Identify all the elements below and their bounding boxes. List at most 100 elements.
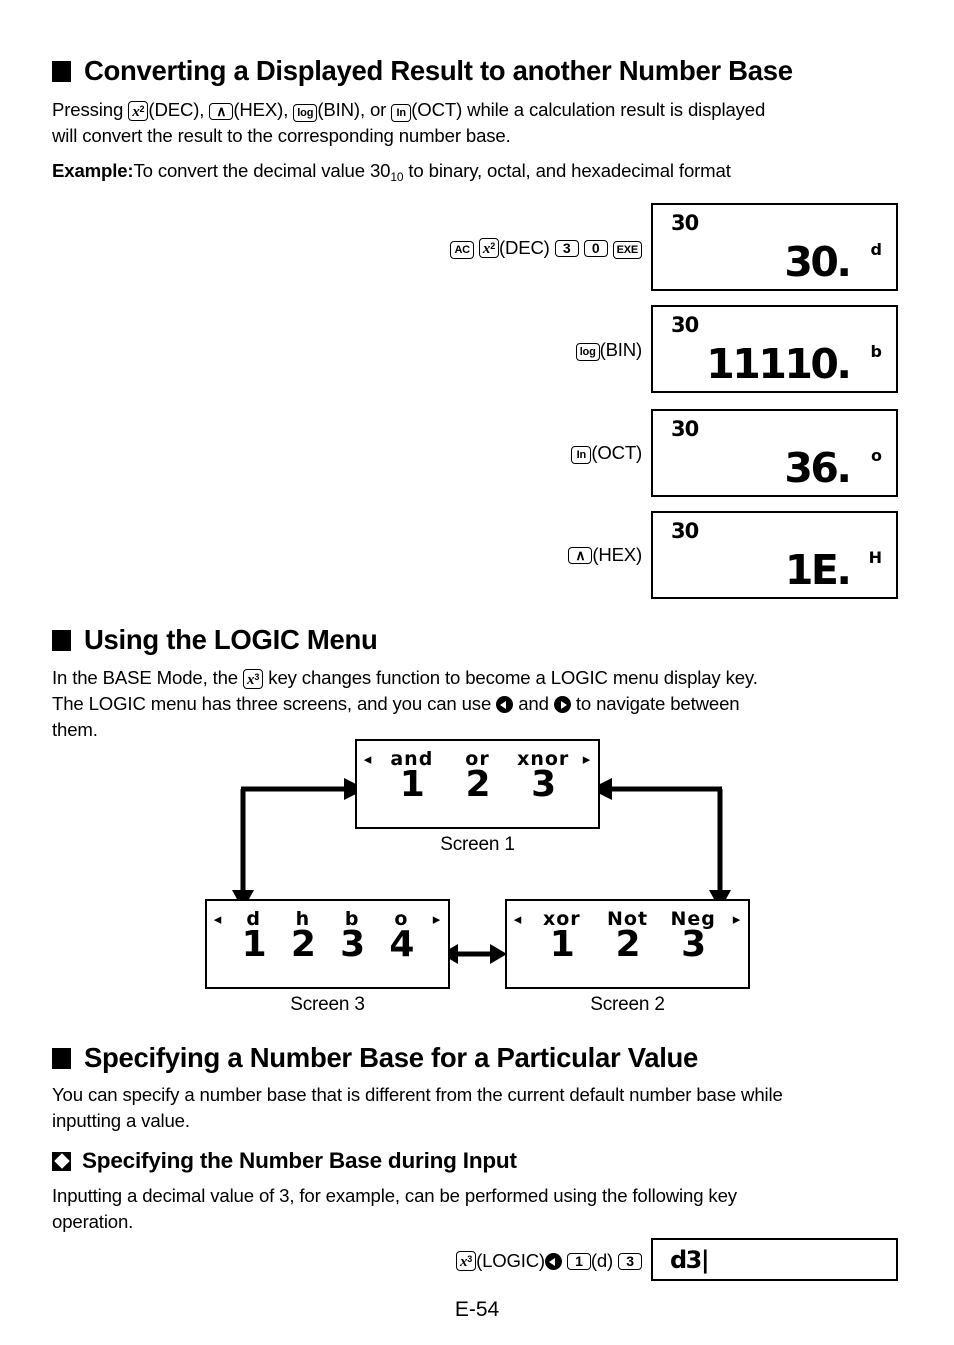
intro-line2: will convert the result to the correspon… (52, 125, 511, 146)
lcd-display-d3: d3| (651, 1238, 898, 1281)
manual-page: Converting a Displayed Result to another… (0, 0, 954, 1345)
lcd-display-dec: 30 30. d (651, 203, 898, 291)
section-heading-logic-menu: Using the LOGIC Menu (52, 624, 378, 656)
scroll-left-arrow-icon: ◂ (513, 909, 523, 928)
during-input-line2: operation. (52, 1211, 134, 1232)
menu-number: 2 (290, 924, 316, 965)
x-cubed-key-icon: x3 (455, 1251, 477, 1271)
section-heading-text: Specifying a Number Base for a Particula… (84, 1042, 699, 1073)
three-key-icon: 3 (618, 1253, 642, 1270)
lcd-result: 11110. (706, 340, 852, 388)
specifying-line1: You can specify a number base that is di… (52, 1084, 783, 1105)
screen2-numbers: 1 2 3 (507, 927, 748, 963)
lcd-base-flag: o (871, 446, 882, 465)
intro-hex-text: (HEX), (233, 99, 289, 120)
lcd-top-line: 30 (671, 519, 699, 543)
during-input-line1: Inputting a decimal value of 3, for exam… (52, 1185, 737, 1206)
page-number: E-54 (454, 1298, 500, 1321)
scroll-left-arrow-icon: ◂ (213, 909, 223, 928)
menu-number: 3 (340, 924, 365, 965)
logic-para-c: The LOGIC menu has three screens, and yo… (52, 693, 492, 714)
intro-bin-text: (BIN), or (317, 99, 387, 120)
logic-screen-2: ◂ xor Not Neg ▸ 1 2 3 (505, 899, 750, 989)
x-squared-key-icon: x2 (128, 101, 149, 121)
zero-key-icon: 0 (583, 240, 608, 257)
menu-number: 2 (465, 764, 490, 805)
keyseq-dec: AC x2 (DEC) 3 0 EXE (430, 237, 642, 259)
cursor-right-key-icon (553, 696, 571, 713)
during-input-paragraph: Inputting a decimal value of 3, for exam… (52, 1183, 922, 1235)
logic-para-d: and (518, 693, 549, 714)
example-subscript: 10 (390, 170, 404, 184)
logic-screen-1: ◂ and or xnor ▸ 1 2 3 (355, 739, 600, 829)
square-bullet-icon (52, 60, 71, 82)
caption-screen-1: Screen 1 (440, 834, 515, 855)
keyseq-hex: ∧ (HEX) (430, 544, 642, 566)
intro-paragraph: Pressing x2 (DEC), ∧ (HEX), log (BIN), or I… (52, 97, 912, 149)
lcd-display-bin: 30 11110. b (651, 305, 898, 393)
intro-dec-text: (DEC), (148, 99, 205, 120)
keyseq-oct: In (OCT) (430, 442, 642, 464)
specifying-line2: inputting a value. (52, 1110, 190, 1131)
example-label: Example: (52, 160, 134, 181)
section-heading-specifying-base: Specifying a Number Base for a Particula… (52, 1042, 698, 1074)
keyseq-logic-d3: x3 (LOGIC) 1 (d) 3 (418, 1250, 642, 1272)
lcd-input-value: d3| (670, 1246, 710, 1274)
intro-lead: Pressing (52, 99, 124, 120)
lcd-display-oct: 30 36. o (651, 409, 898, 497)
lcd-result: 1E. (784, 546, 852, 594)
logic-para-f: them. (52, 719, 98, 740)
one-key-icon: 1 (566, 1253, 591, 1270)
example-paragraph: Example:To convert the decimal value 301… (52, 158, 912, 190)
d-text: (d) (590, 1250, 614, 1271)
three-key-icon: 3 (554, 240, 579, 257)
x-squared-key-icon: x2 (478, 238, 500, 258)
ln-key-icon: In (571, 446, 592, 464)
keyseq-bin: log (BIN) (430, 339, 642, 361)
lcd-base-flag: d (870, 240, 882, 259)
menu-number: 1 (549, 924, 575, 965)
scroll-left-arrow-icon: ◂ (363, 749, 373, 768)
cursor-left-key-icon (544, 1253, 562, 1270)
log-key-icon: log (293, 104, 318, 122)
logic-screen-3: ◂ d h b o ▸ 1 2 3 4 (205, 899, 450, 989)
lcd-result: 30. (784, 238, 852, 286)
screen1-numbers: 1 2 3 (357, 767, 598, 803)
caret-key-icon: ∧ (209, 103, 234, 120)
example-text-a: To convert the decimal value 30 (133, 160, 391, 181)
x-cubed-key-icon: x3 (243, 669, 264, 689)
intro-oct-text: (OCT) while a calculation result is disp… (411, 99, 766, 120)
lcd-result: 36. (784, 444, 852, 492)
section-heading-text: Using the LOGIC Menu (84, 624, 378, 655)
scroll-right-arrow-icon: ▸ (582, 749, 592, 768)
lcd-top-line: 30 (671, 211, 699, 235)
scroll-right-arrow-icon: ▸ (732, 909, 742, 928)
scroll-right-arrow-icon: ▸ (432, 909, 442, 928)
caption-screen-2: Screen 2 (590, 994, 665, 1015)
menu-number: 2 (615, 924, 640, 965)
ln-key-icon: In (391, 104, 412, 122)
lcd-base-flag: H (868, 548, 882, 567)
lcd-top-line: 30 (671, 313, 699, 337)
square-bullet-icon (52, 1047, 71, 1069)
square-bullet-icon (52, 629, 71, 651)
caret-key-icon: ∧ (568, 547, 593, 564)
logic-para-a: In the BASE Mode, the (52, 667, 239, 688)
menu-number: 1 (241, 924, 267, 965)
lcd-display-hex: 30 1E. H (651, 511, 898, 599)
menu-number: 4 (389, 924, 414, 965)
caption-screen-3: Screen 3 (290, 994, 365, 1015)
log-key-icon: log (575, 343, 600, 361)
exe-key-icon: EXE (612, 241, 642, 259)
section-heading-converting: Converting a Displayed Result to another… (52, 55, 793, 87)
subsection-heading-text: Specifying the Number Base during Input (82, 1148, 517, 1173)
menu-number: 3 (681, 924, 706, 965)
section-heading-text: Converting a Displayed Result to another… (84, 55, 793, 86)
menu-number: 3 (531, 764, 556, 805)
logic-para-e: to navigate between (575, 693, 740, 714)
